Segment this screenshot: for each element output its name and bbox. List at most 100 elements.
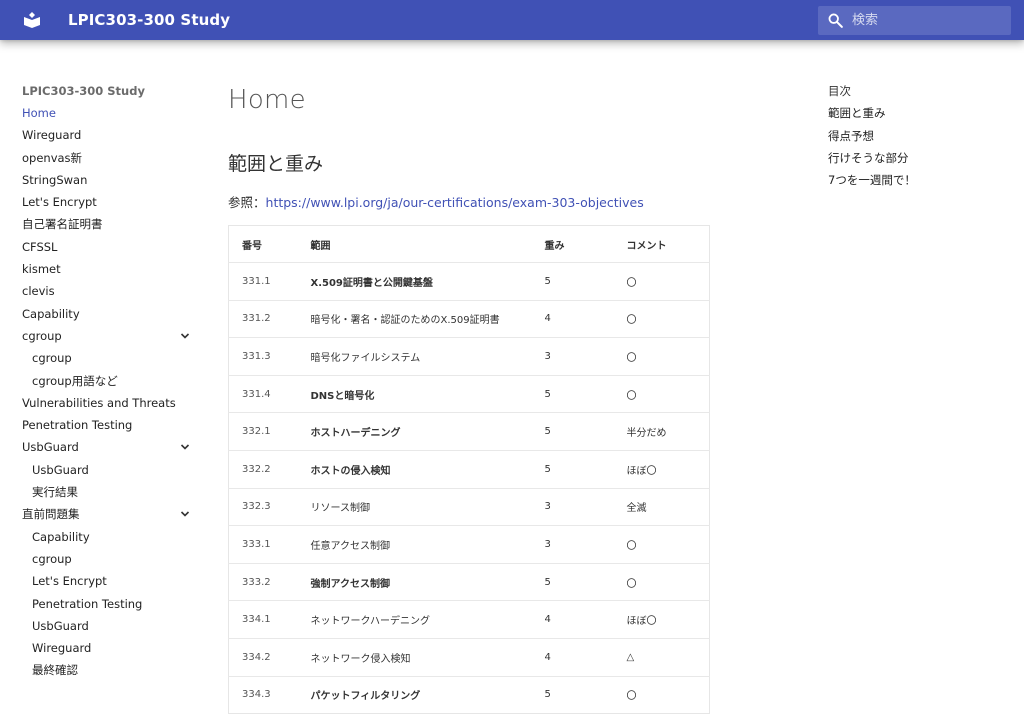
sidebar-item[interactable]: Capability (22, 307, 197, 329)
cell-number: 333.2 (228, 562, 311, 601)
sidebar-item-label: Penetration Testing (22, 418, 133, 433)
sidebar-item[interactable]: 自己署名証明書 (22, 217, 197, 239)
section-title: 範囲と重み (228, 153, 324, 175)
table-row: 333.2 強制アクセス制御 5 〇 (228, 562, 710, 601)
cell-number: 332.1 (228, 412, 311, 451)
cell-weight: 5 (544, 449, 627, 489)
cell-comment: △ (626, 637, 710, 677)
cell-number: 334.3 (228, 675, 311, 714)
sidebar-item-label: 実行結果 (32, 485, 78, 500)
toc-item[interactable]: 行けそうな部分 (828, 151, 988, 173)
cell-number: 332.2 (228, 449, 311, 489)
cell-topic: ネットワーク侵入検知 (310, 637, 545, 677)
search-box[interactable] (818, 6, 1011, 35)
search-input[interactable] (852, 6, 1002, 35)
sidebar-item[interactable]: cgroup (22, 329, 197, 351)
toc-item[interactable]: 範囲と重み (828, 106, 988, 128)
toc-item[interactable]: 得点予想 (828, 129, 988, 151)
cell-comment: ほぼ〇 (626, 600, 710, 639)
sidebar-item[interactable]: Wireguard (22, 641, 197, 663)
cell-number: 331.3 (228, 337, 311, 376)
objectives-table: 番号 範囲 重み コメント 331.1 X.509証明書と公開鍵基盤 5 〇 331.2… (228, 225, 710, 714)
cell-topic: 任意アクセス制御 (310, 525, 545, 564)
page-title: Home (228, 85, 306, 115)
sidebar-item[interactable]: StringSwan (22, 173, 197, 195)
sidebar-item-label: Let's Encrypt (22, 195, 97, 210)
cell-number: 331.2 (228, 299, 311, 338)
cell-comment: 全滅 (626, 487, 710, 526)
sidebar-item[interactable]: 直前問題集 (22, 507, 197, 529)
sidebar-item[interactable]: UsbGuard (22, 619, 197, 641)
table-row: 332.2 ホストの侵入検知 5 ほぼ〇 (228, 449, 710, 489)
table-row: 331.2 暗号化・署名・認証のためのX.509証明書 4 〇 (228, 299, 710, 338)
cell-comment: 〇 (626, 374, 710, 413)
sidebar-item-label: cgroup用語など (32, 373, 118, 388)
cell-weight: 3 (544, 525, 627, 564)
reference-label: 参照： (228, 195, 266, 210)
cell-comment: ほぼ〇 (626, 449, 710, 489)
sidebar-item-label: Home (22, 106, 56, 120)
sidebar-item[interactable]: Vulnerabilities and Threats (22, 396, 197, 418)
sidebar-item[interactable]: CFSSL (22, 240, 197, 262)
sidebar-item[interactable]: Capability (22, 530, 197, 552)
sidebar-item[interactable]: 最終確認 (22, 663, 197, 685)
cell-weight: 5 (544, 562, 627, 601)
sidebar-item[interactable]: cgroup用語など (22, 374, 197, 396)
table-row: 334.2 ネットワーク侵入検知 4 △ (228, 637, 710, 677)
book-logo-icon[interactable] (22, 10, 42, 30)
cell-number: 334.1 (228, 600, 311, 639)
cell-topic: パケットフィルタリング (310, 675, 545, 714)
table-row: 333.1 任意アクセス制御 3 〇 (228, 525, 710, 564)
sidebar-item[interactable]: Let's Encrypt (22, 195, 197, 217)
sidebar-item[interactable]: Wireguard (22, 128, 197, 150)
cell-topic: 強制アクセス制御 (310, 562, 545, 601)
cell-weight: 3 (544, 487, 627, 526)
cell-topic: ホストハーデニング (310, 412, 545, 451)
cell-comment: 〇 (626, 675, 710, 714)
table-header-row: 番号 範囲 重み コメント (229, 226, 710, 263)
chevron-down-icon[interactable] (180, 331, 190, 341)
sidebar-item-label: CFSSL (22, 239, 58, 254)
main-content: Home 範囲と重み 参照：https://www.lpi.org/ja/our… (228, 84, 788, 714)
sidebar-item-label: StringSwan (22, 172, 88, 187)
toc-item[interactable]: 7つを一週間で！ (828, 173, 988, 195)
sidebar-item-label: Wireguard (22, 128, 82, 143)
cell-comment: 〇 (626, 525, 710, 564)
table-row: 331.1 X.509証明書と公開鍵基盤 5 〇 (228, 262, 710, 301)
sidebar-item[interactable]: cgroup (22, 351, 197, 373)
sidebar-item[interactable]: 実行結果 (22, 485, 197, 507)
reference-link[interactable]: https://www.lpi.org/ja/our-certification… (266, 195, 644, 210)
search-icon (828, 13, 843, 28)
nav-list: Home Wireguard openvas新 StringSwan Let's Enc… (22, 106, 197, 686)
sidebar-item[interactable]: kismet (22, 262, 197, 284)
sidebar-item[interactable]: Penetration Testing (22, 418, 197, 440)
table-of-contents: 目次 範囲と重み 得点予想 行けそうな部分 7つを一週間で！ (828, 84, 988, 195)
sidebar-item[interactable]: Penetration Testing (22, 597, 197, 619)
cell-weight: 5 (544, 412, 627, 451)
chevron-down-icon[interactable] (180, 442, 190, 452)
sidebar-item[interactable]: Home (22, 106, 197, 128)
sidebar-nav: LPIC303-300 Study Home Wireguard openvas新 S… (22, 84, 197, 686)
chevron-down-icon[interactable] (180, 509, 190, 519)
sidebar-item[interactable]: cgroup (22, 552, 197, 574)
cell-number: 331.1 (228, 262, 311, 301)
cell-topic: ネットワークハーデニング (310, 600, 545, 639)
cell-topic: 暗号化ファイルシステム (310, 337, 545, 376)
sidebar-item[interactable]: UsbGuard (22, 440, 197, 462)
sidebar-item-label: Capability (22, 306, 80, 321)
header-comment: コメント (626, 240, 667, 252)
site-title[interactable]: LPIC303-300 Study (68, 10, 230, 30)
cell-topic: リソース制御 (310, 487, 545, 526)
sidebar-item-label: Vulnerabilities and Threats (22, 395, 176, 410)
sidebar-item[interactable]: Let's Encrypt (22, 574, 197, 596)
sidebar-item-label: cgroup (32, 551, 72, 566)
sidebar-item[interactable]: UsbGuard (22, 463, 197, 485)
sidebar-item[interactable]: clevis (22, 284, 197, 306)
sidebar-item-label: clevis (22, 284, 55, 299)
cell-comment: 〇 (626, 562, 710, 601)
cell-comment: 半分だめ (626, 412, 710, 451)
cell-number: 333.1 (228, 525, 311, 564)
sidebar-item[interactable]: openvas新 (22, 151, 197, 173)
sidebar-item-label: 自己署名証明書 (22, 217, 103, 232)
cell-topic: 暗号化・署名・認証のためのX.509証明書 (310, 299, 545, 338)
